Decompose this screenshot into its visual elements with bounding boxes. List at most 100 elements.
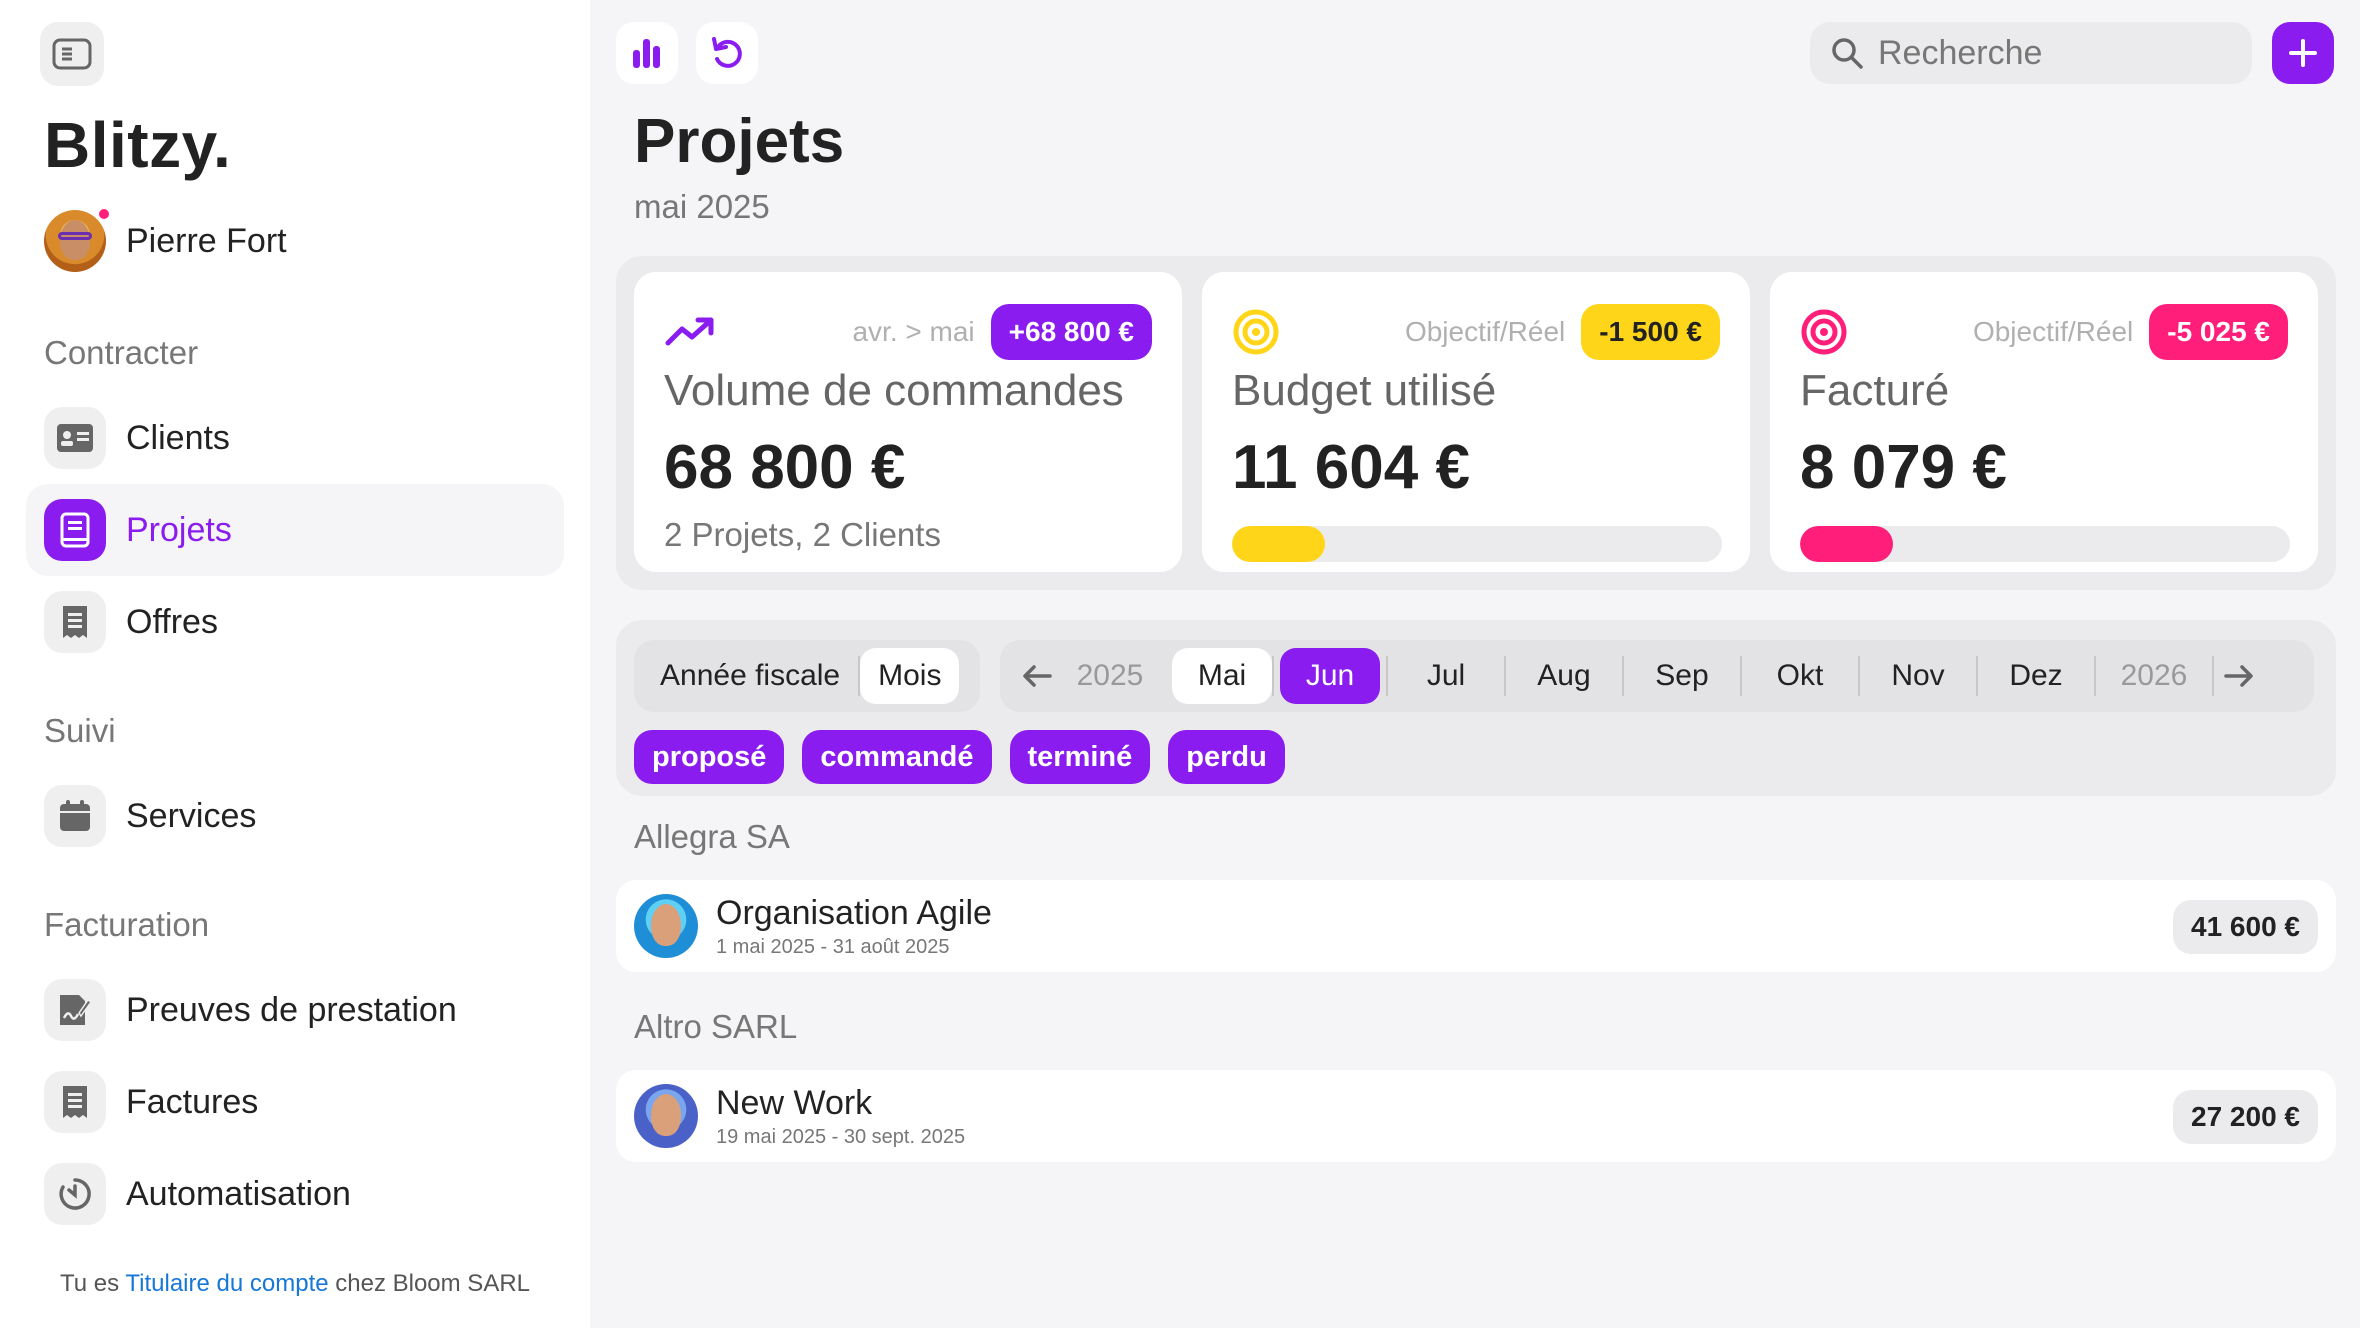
period-mode-fiscal-year[interactable]: Année fiscale bbox=[642, 648, 858, 704]
user-profile[interactable]: Pierre Fort bbox=[44, 206, 287, 272]
sidebar-item-label: Offres bbox=[126, 602, 218, 641]
section-label-facturation: Facturation bbox=[44, 906, 210, 943]
user-name: Pierre Fort bbox=[126, 221, 287, 260]
project-row[interactable]: Organisation Agile 1 mai 2025 - 31 août … bbox=[616, 880, 2336, 972]
month-jun[interactable]: Jun bbox=[1280, 648, 1380, 704]
project-amount: 27 200 € bbox=[2173, 1090, 2318, 1144]
avatar bbox=[44, 206, 112, 272]
kpi-value: 8 079 € bbox=[1800, 433, 2007, 502]
project-row[interactable]: New Work 19 mai 2025 - 30 sept. 2025 27 … bbox=[616, 1070, 2336, 1162]
calendar-icon bbox=[44, 785, 106, 847]
page-title: Projets bbox=[634, 107, 845, 176]
sidebar-item-label: Preuves de prestation bbox=[126, 990, 457, 1029]
notification-dot bbox=[96, 206, 112, 222]
sidebar: Blitzy. Pierre Fort Contracter Clients P… bbox=[0, 0, 590, 1328]
progress-fill bbox=[1232, 526, 1326, 562]
signed-document-icon bbox=[44, 979, 106, 1041]
kpi-delta-badge: +68 800 € bbox=[990, 304, 1152, 360]
kpi-meta: avr. > mai bbox=[852, 316, 975, 347]
kpi-panel: avr. > mai +68 800 € Volume de commandes… bbox=[616, 256, 2336, 590]
period-mode-switch: Année fiscale Mois bbox=[634, 640, 980, 712]
timer-icon bbox=[44, 1163, 106, 1225]
kpi-meta: Objectif/Réel bbox=[1404, 316, 1566, 347]
account-role-link[interactable]: Titulaire du compte bbox=[125, 1270, 328, 1297]
brand-logo: Blitzy. bbox=[44, 109, 232, 181]
sidebar-item-label: Services bbox=[126, 796, 257, 835]
search-box[interactable] bbox=[1810, 22, 2252, 84]
project-title: Organisation Agile bbox=[716, 894, 992, 932]
kpi-title: Facturé bbox=[1800, 366, 1950, 415]
arrow-left-icon bbox=[1023, 665, 1052, 687]
sidebar-item-projets[interactable]: Projets bbox=[26, 484, 564, 576]
project-title: New Work bbox=[716, 1084, 873, 1122]
kpi-subtext: 2 Projets, 2 Clients bbox=[664, 516, 941, 553]
kpi-card-order-volume[interactable]: avr. > mai +68 800 € Volume de commandes… bbox=[634, 272, 1182, 572]
avatar bbox=[634, 894, 698, 958]
month-sep[interactable]: Sep bbox=[1624, 648, 1740, 704]
avatar bbox=[634, 1084, 698, 1148]
kpi-delta-badge: -5 025 € bbox=[2149, 304, 2288, 360]
client-group-label: Allegra SA bbox=[634, 818, 790, 855]
arrow-right-icon bbox=[2224, 665, 2253, 687]
divider bbox=[1272, 656, 1274, 696]
sidebar-toggle-icon bbox=[52, 38, 92, 70]
kpi-value: 11 604 € bbox=[1232, 433, 1470, 502]
kpi-meta: Objectif/Réel bbox=[1972, 316, 2134, 347]
sidebar-toggle-button[interactable] bbox=[40, 22, 104, 86]
previous-arrow-button[interactable] bbox=[1012, 664, 1062, 688]
bar-chart-icon bbox=[633, 39, 660, 68]
sidebar-item-offres[interactable]: Offres bbox=[26, 576, 564, 668]
filter-panel: Année fiscale Mois 2025 Mai Jun Jul Aug … bbox=[616, 620, 2336, 796]
sidebar-item-clients[interactable]: Clients bbox=[26, 392, 564, 484]
sidebar-item-label: Factures bbox=[126, 1082, 259, 1121]
target-icon bbox=[1801, 309, 1847, 355]
page-subtitle: mai 2025 bbox=[634, 188, 770, 225]
month-okt[interactable]: Okt bbox=[1742, 648, 1858, 704]
plus-icon bbox=[2289, 39, 2317, 67]
sidebar-item-label: Clients bbox=[126, 418, 230, 457]
receipt-icon bbox=[44, 591, 106, 653]
section-label-contracter: Contracter bbox=[44, 334, 199, 371]
progress-fill bbox=[1800, 526, 1894, 562]
month-aug[interactable]: Aug bbox=[1506, 648, 1622, 704]
status-chip-termine[interactable]: terminé bbox=[1009, 730, 1151, 784]
invoice-icon bbox=[44, 1071, 106, 1133]
month-jul[interactable]: Jul bbox=[1388, 648, 1504, 704]
kpi-delta-badge: -1 500 € bbox=[1581, 304, 1720, 360]
section-label-suivi: Suivi bbox=[44, 712, 116, 749]
status-filters: proposé commandé terminé perdu bbox=[634, 730, 1303, 784]
target-icon bbox=[1233, 309, 1279, 355]
status-chip-perdu[interactable]: perdu bbox=[1168, 730, 1285, 784]
period-mode-month[interactable]: Mois bbox=[860, 648, 960, 704]
month-mai[interactable]: Mai bbox=[1172, 648, 1272, 704]
year-next[interactable]: 2026 bbox=[2096, 648, 2212, 704]
project-dates: 19 mai 2025 - 30 sept. 2025 bbox=[716, 1126, 966, 1148]
next-arrow-button[interactable] bbox=[2214, 664, 2264, 688]
search-icon bbox=[1832, 38, 1863, 69]
sidebar-item-label: Projets bbox=[126, 510, 232, 549]
sidebar-item-services[interactable]: Services bbox=[26, 770, 564, 862]
sidebar-item-preuves-de-prestation[interactable]: Preuves de prestation bbox=[26, 964, 564, 1056]
invoiced-progress-bar bbox=[1800, 526, 2290, 562]
stats-button[interactable] bbox=[616, 22, 678, 84]
undo-icon bbox=[712, 37, 742, 68]
kpi-card-budget[interactable]: Objectif/Réel -1 500 € Budget utilisé 11… bbox=[1202, 272, 1750, 572]
project-amount: 41 600 € bbox=[2173, 900, 2318, 954]
notebook-icon bbox=[44, 499, 106, 561]
month-dez[interactable]: Dez bbox=[1978, 648, 2094, 704]
id-card-icon bbox=[44, 407, 106, 469]
kpi-value: 68 800 € bbox=[664, 433, 906, 502]
year-previous[interactable]: 2025 bbox=[1062, 648, 1158, 704]
client-group-label: Altro SARL bbox=[634, 1008, 798, 1045]
status-chip-propose[interactable]: proposé bbox=[634, 730, 785, 784]
month-nov[interactable]: Nov bbox=[1860, 648, 1976, 704]
status-chip-commande[interactable]: commandé bbox=[802, 730, 992, 784]
account-note: Tu es Titulaire du compte chez Bloom SAR… bbox=[60, 1270, 531, 1297]
kpi-title: Volume de commandes bbox=[664, 366, 1124, 415]
sidebar-item-automatisation[interactable]: Automatisation bbox=[26, 1148, 564, 1240]
sidebar-item-factures[interactable]: Factures bbox=[26, 1056, 564, 1148]
add-project-button[interactable] bbox=[2272, 22, 2334, 84]
kpi-card-invoiced[interactable]: Objectif/Réel -5 025 € Facturé 8 079 € bbox=[1770, 272, 2318, 572]
search-input[interactable] bbox=[1878, 33, 2238, 73]
refresh-button[interactable] bbox=[696, 22, 758, 84]
